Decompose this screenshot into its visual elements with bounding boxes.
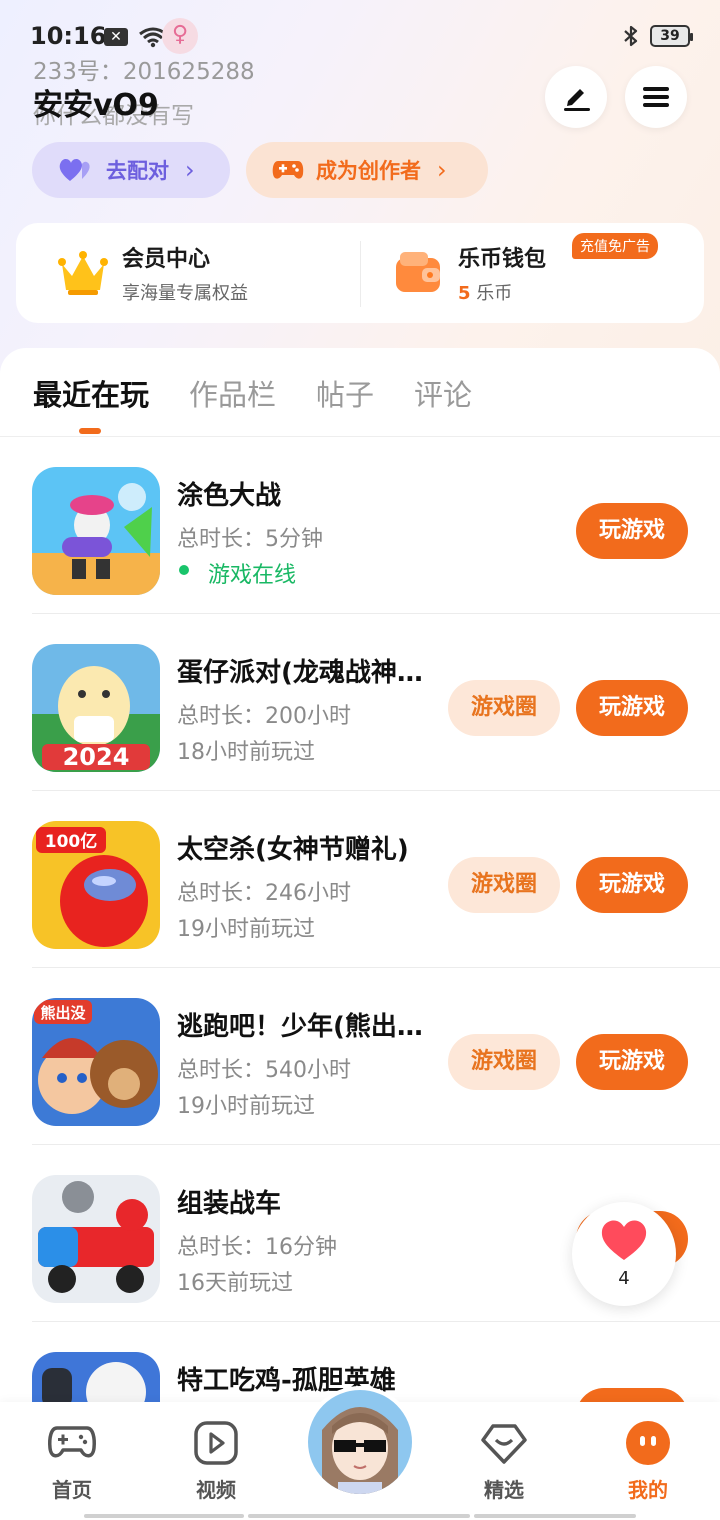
status-icons-right: 39	[622, 24, 693, 48]
gamepad-icon	[48, 1426, 96, 1458]
avatar	[308, 1390, 412, 1494]
wallet-icon	[396, 252, 440, 292]
game-name[interactable]: 蛋仔派对(龙魂战神…	[177, 652, 433, 689]
play-game-button[interactable]: 玩游戏	[576, 857, 688, 913]
nav-home[interactable]: 首页	[22, 1420, 122, 1503]
like-count: 4	[618, 1268, 630, 1289]
profile-tabs: 最近在玩 作品栏 帖子 评论	[33, 372, 472, 414]
bluetooth-icon	[624, 25, 638, 47]
heart-icon	[601, 1220, 647, 1260]
vip-title: 会员中心	[122, 247, 211, 272]
game-row[interactable]: 涂色大战 总时长：5分钟 游戏在线 玩游戏	[0, 437, 720, 614]
game-row[interactable]: 2024 蛋仔派对(龙魂战神… 总时长：200小时 18小时前玩过 游戏圈 玩游…	[0, 614, 720, 791]
crown-icon	[58, 251, 108, 295]
gamepad-icon	[272, 157, 304, 183]
status-icons-left: ✕	[104, 26, 168, 48]
play-game-button[interactable]: 玩游戏	[576, 503, 688, 559]
center-avatar-button[interactable]	[304, 1386, 416, 1498]
home-indicator	[474, 1514, 636, 1518]
status-time: 10:16	[30, 22, 107, 50]
game-icon-eggy-party[interactable]: 2024	[32, 644, 160, 772]
floating-like-button[interactable]: 4	[572, 1202, 676, 1306]
game-icon-banner-label: 熊出没	[40, 1004, 86, 1022]
game-online-status: 游戏在线	[208, 563, 297, 588]
tab-works[interactable]: 作品栏	[189, 372, 276, 414]
game-icon-space-kill[interactable]: 100亿	[32, 821, 160, 949]
game-icon-assemble-cars[interactable]	[32, 1175, 160, 1303]
menu-button[interactable]	[625, 66, 687, 128]
game-row[interactable]: 熊出没 逃跑吧！少年(熊出… 总时长：540小时 19小时前玩过 游戏圈 玩游戏	[0, 968, 720, 1145]
become-creator-button[interactable]: 成为创作者 ›	[246, 142, 488, 198]
vip-subtitle: 享海量专属权益	[122, 283, 248, 304]
wallet-amount: 5	[458, 283, 471, 304]
tab-comments[interactable]: 评论	[414, 372, 472, 414]
notification-x-icon: ✕	[104, 28, 128, 46]
game-icon-banner-label: 100亿	[45, 831, 98, 852]
divider	[360, 241, 361, 307]
game-last-played: 19小时前玩过	[177, 917, 315, 942]
game-duration: 总时长：200小时	[177, 704, 351, 729]
battery-icon: 39	[650, 25, 693, 47]
tab-recent[interactable]: 最近在玩	[33, 372, 149, 414]
game-name[interactable]: 太空杀(女神节赠礼)	[177, 829, 433, 866]
pencil-icon	[564, 89, 590, 111]
nav-video-label: 视频	[196, 1478, 236, 1502]
game-icon-run-boy[interactable]: 熊出没	[32, 998, 160, 1126]
edit-profile-button[interactable]	[545, 66, 607, 128]
game-last-played: 16天前玩过	[177, 1271, 293, 1296]
vip-center-entry[interactable]: 会员中心 享海量专属权益	[56, 223, 248, 323]
nav-featured-label: 精选	[484, 1478, 524, 1502]
diamond-heart-icon	[481, 1424, 527, 1464]
game-duration: 总时长：246小时	[177, 881, 351, 906]
wallet-balance: 5 乐币	[458, 279, 546, 305]
nav-video[interactable]: 视频	[166, 1420, 266, 1503]
wallet-title: 乐币钱包	[458, 247, 547, 272]
creator-label: 成为创作者	[316, 159, 421, 183]
match-button[interactable]: 去配对 ›	[32, 142, 230, 198]
nav-mine[interactable]: 我的	[598, 1420, 698, 1503]
chevron-right-icon: ›	[437, 156, 447, 184]
game-circle-button[interactable]: 游戏圈	[448, 1034, 560, 1090]
match-label: 去配对	[106, 159, 169, 183]
game-last-played: 19小时前玩过	[177, 1094, 315, 1119]
game-last-played: 18小时前玩过	[177, 740, 315, 765]
play-video-icon	[194, 1421, 238, 1465]
nav-mine-label: 我的	[628, 1478, 668, 1502]
game-duration: 总时长：540小时	[177, 1058, 351, 1083]
game-name[interactable]: 逃跑吧！少年(熊出…	[177, 1006, 433, 1043]
username[interactable]: 安安vO9	[33, 80, 159, 124]
wallet-unit: 乐币	[476, 283, 513, 304]
game-duration: 总时长：16分钟	[177, 1235, 337, 1260]
home-indicator	[84, 1514, 244, 1518]
female-gender-icon: ♀	[162, 18, 198, 54]
chevron-right-icon: ›	[185, 156, 195, 184]
nav-featured[interactable]: 精选	[454, 1420, 554, 1503]
play-game-button[interactable]: 玩游戏	[576, 680, 688, 736]
double-heart-icon	[58, 157, 94, 183]
game-name[interactable]: 涂色大战	[177, 475, 433, 512]
game-circle-button[interactable]: 游戏圈	[448, 857, 560, 913]
hamburger-icon	[643, 87, 669, 107]
tab-indicator	[79, 428, 101, 434]
member-card: 会员中心 享海量专属权益 乐币钱包 5 乐币 充值免广告	[16, 223, 704, 323]
game-icon-paint-battle[interactable]	[32, 467, 160, 595]
home-indicator	[248, 1514, 470, 1518]
wallet-entry[interactable]: 乐币钱包 5 乐币	[392, 223, 546, 323]
online-status-dot	[179, 565, 189, 575]
tab-posts[interactable]: 帖子	[316, 372, 374, 414]
play-game-button[interactable]: 玩游戏	[576, 1034, 688, 1090]
game-circle-button[interactable]: 游戏圈	[448, 680, 560, 736]
game-row[interactable]: 100亿 太空杀(女神节赠礼) 总时长：246小时 19小时前玩过 游戏圈 玩游…	[0, 791, 720, 968]
recharge-badge[interactable]: 充值免广告	[572, 233, 658, 259]
smiley-face-icon	[626, 1421, 670, 1465]
game-name[interactable]: 组装战车	[177, 1183, 433, 1220]
nav-home-label: 首页	[52, 1478, 92, 1502]
game-icon-year-label: 2024	[63, 743, 130, 771]
game-duration: 总时长：5分钟	[177, 527, 323, 552]
